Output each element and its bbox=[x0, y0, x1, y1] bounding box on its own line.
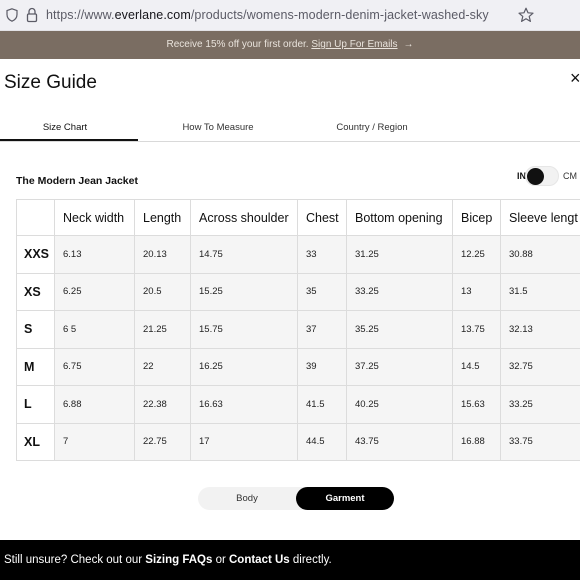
star-icon[interactable] bbox=[518, 7, 534, 23]
help-footer: Still unsure? Check out our Sizing FAQs … bbox=[0, 540, 580, 580]
promo-banner: Receive 15% off your first order. Sign U… bbox=[0, 31, 580, 59]
table-cell: 6.75 bbox=[54, 347, 135, 386]
table-cell: 35.25 bbox=[346, 310, 453, 349]
column-header: Bicep bbox=[452, 199, 501, 236]
tab-how-to-measure[interactable]: How To Measure bbox=[148, 122, 288, 133]
measure-type-switch: Body Garment bbox=[198, 487, 394, 510]
modal-title: Size Guide bbox=[4, 72, 97, 93]
table-cell: 43.75 bbox=[346, 422, 453, 461]
footer-text: directly. bbox=[289, 554, 332, 566]
table-cell: 6.25 bbox=[54, 272, 135, 311]
body-option-button[interactable]: Body bbox=[198, 487, 296, 510]
table-cell: 16.88 bbox=[452, 422, 501, 461]
size-label: XS bbox=[16, 272, 55, 311]
table-cell: 16.63 bbox=[190, 385, 298, 424]
shield-icon[interactable] bbox=[6, 8, 18, 22]
table-row: S 6 5 21.25 15.75 37 35.25 13.75 32.13 bbox=[16, 310, 580, 349]
table-cell: 17 bbox=[190, 422, 298, 461]
table-cell: 31.25 bbox=[346, 235, 453, 274]
table-cell: 39 bbox=[297, 347, 347, 386]
unit-toggle[interactable] bbox=[525, 166, 559, 186]
table-cell: 33.25 bbox=[346, 272, 453, 311]
table-cell: 40.25 bbox=[346, 385, 453, 424]
table-cell: 20.13 bbox=[134, 235, 191, 274]
lock-icon[interactable] bbox=[26, 7, 38, 23]
size-label: XL bbox=[16, 422, 55, 461]
table-cell: 22 bbox=[134, 347, 191, 386]
table-cell: 20.5 bbox=[134, 272, 191, 311]
table-cell: 21.25 bbox=[134, 310, 191, 349]
promo-text: Receive 15% off your first order. bbox=[166, 39, 312, 50]
table-cell: 16.25 bbox=[190, 347, 298, 386]
table-cell: 13.75 bbox=[452, 310, 501, 349]
table-cell: 22.75 bbox=[134, 422, 191, 461]
table-cell: 15.75 bbox=[190, 310, 298, 349]
tab-country-region[interactable]: Country / Region bbox=[300, 122, 444, 133]
size-label: M bbox=[16, 347, 55, 386]
garment-option-button[interactable]: Garment bbox=[296, 487, 394, 510]
sizing-faqs-link[interactable]: Sizing FAQs bbox=[145, 554, 212, 566]
table-cell: 6.88 bbox=[54, 385, 135, 424]
table-cell: 12.25 bbox=[452, 235, 501, 274]
table-cell: 32.13 bbox=[500, 310, 580, 349]
size-label: S bbox=[16, 310, 55, 349]
table-cell: 41.5 bbox=[297, 385, 347, 424]
table-cell: 6 5 bbox=[54, 310, 135, 349]
table-header-row: Neck width Length Across shoulder Chest … bbox=[16, 199, 580, 236]
active-tab-indicator bbox=[0, 139, 138, 141]
contact-us-link[interactable]: Contact Us bbox=[229, 554, 290, 566]
browser-url-bar[interactable]: https://www.everlane.com/products/womens… bbox=[0, 0, 580, 31]
arrow-right-icon[interactable]: → bbox=[404, 39, 414, 50]
close-icon[interactable]: × bbox=[570, 68, 580, 89]
table-row: XS 6.25 20.5 15.25 35 33.25 13 31.5 bbox=[16, 272, 580, 311]
table-cell: 32.75 bbox=[500, 347, 580, 386]
table-cell: 35 bbox=[297, 272, 347, 311]
column-header: Across shoulder bbox=[190, 199, 298, 236]
table-cell: 44.5 bbox=[297, 422, 347, 461]
column-header: Chest bbox=[297, 199, 347, 236]
table-cell: 13 bbox=[452, 272, 501, 311]
table-row: L 6.88 22.38 16.63 41.5 40.25 15.63 33.2… bbox=[16, 385, 580, 424]
column-header: Sleeve lengt bbox=[500, 199, 580, 236]
table-row: XXS 6.13 20.13 14.75 33 31.25 12.25 30.8… bbox=[16, 235, 580, 274]
table-cell: 30.88 bbox=[500, 235, 580, 274]
column-header: Bottom opening bbox=[346, 199, 453, 236]
size-label: XXS bbox=[16, 235, 55, 274]
table-cell: 33.75 bbox=[500, 422, 580, 461]
table-cell: 7 bbox=[54, 422, 135, 461]
signup-link[interactable]: Sign Up For Emails bbox=[311, 39, 397, 50]
table-cell: 37.25 bbox=[346, 347, 453, 386]
size-table: Neck width Length Across shoulder Chest … bbox=[16, 199, 580, 461]
size-table-container[interactable]: Neck width Length Across shoulder Chest … bbox=[16, 199, 580, 461]
table-cell: 33.25 bbox=[500, 385, 580, 424]
size-label: L bbox=[16, 385, 55, 424]
table-cell: 14.75 bbox=[190, 235, 298, 274]
footer-text: or bbox=[212, 554, 229, 566]
url-text[interactable]: https://www.everlane.com/products/womens… bbox=[46, 8, 489, 22]
table-cell: 14.5 bbox=[452, 347, 501, 386]
toggle-knob[interactable] bbox=[527, 168, 544, 185]
table-cell: 15.25 bbox=[190, 272, 298, 311]
product-name: The Modern Jean Jacket bbox=[16, 175, 138, 187]
table-cell: 37 bbox=[297, 310, 347, 349]
column-header: Length bbox=[134, 199, 191, 236]
tab-size-chart[interactable]: Size Chart bbox=[0, 122, 130, 133]
table-cell: 31.5 bbox=[500, 272, 580, 311]
table-cell: 22.38 bbox=[134, 385, 191, 424]
column-header: Neck width bbox=[54, 199, 135, 236]
table-cell: 6.13 bbox=[54, 235, 135, 274]
footer-text: Still unsure? Check out our bbox=[4, 554, 146, 566]
table-row: XL 7 22.75 17 44.5 43.75 16.88 33.75 bbox=[16, 422, 580, 461]
table-row: M 6.75 22 16.25 39 37.25 14.5 32.75 bbox=[16, 347, 580, 386]
unit-label-cm[interactable]: CM bbox=[563, 171, 577, 181]
table-cell: 33 bbox=[297, 235, 347, 274]
table-cell: 15.63 bbox=[452, 385, 501, 424]
table-corner-cell bbox=[16, 199, 55, 236]
